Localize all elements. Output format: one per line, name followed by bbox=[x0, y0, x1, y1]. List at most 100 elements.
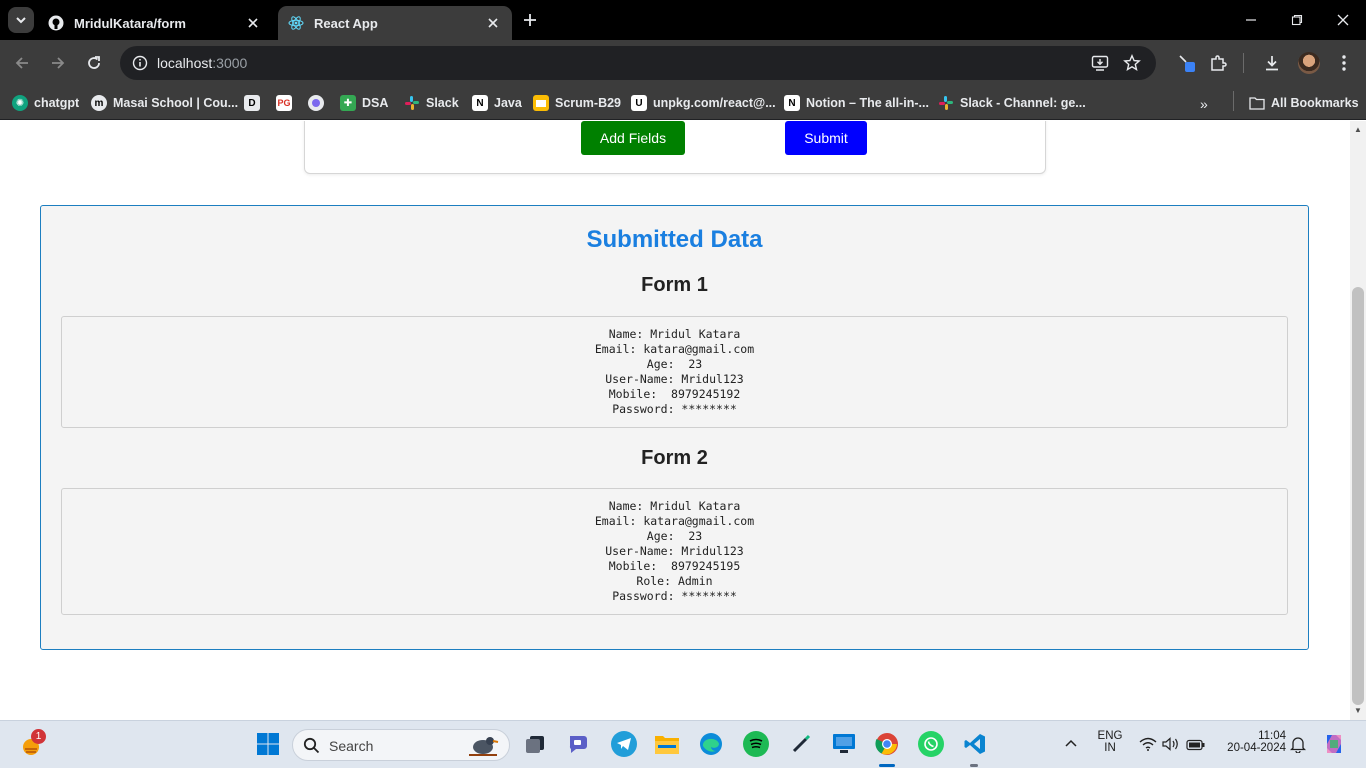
tab-title: MridulKatara/form bbox=[74, 15, 186, 31]
pen-tool-icon[interactable] bbox=[788, 731, 814, 757]
bookmark-dsa[interactable]: ✚ DSA bbox=[340, 91, 388, 115]
downloads-icon[interactable] bbox=[1259, 50, 1285, 76]
bookmark-pg[interactable]: PG bbox=[276, 91, 298, 115]
profile-avatar[interactable] bbox=[1298, 52, 1320, 74]
copilot-icon[interactable] bbox=[1322, 732, 1346, 761]
file-explorer-icon[interactable] bbox=[654, 731, 680, 757]
form-2-title: Form 2 bbox=[641, 447, 708, 469]
chrome-icon[interactable] bbox=[874, 731, 900, 757]
data-line: Role: Admin bbox=[636, 574, 713, 588]
spotify-icon[interactable] bbox=[743, 731, 769, 757]
vscode-icon[interactable] bbox=[962, 731, 988, 757]
bookmark-d[interactable]: D bbox=[244, 91, 266, 115]
taskbar-search[interactable]: Search bbox=[292, 729, 510, 761]
wifi-icon[interactable] bbox=[1139, 737, 1157, 756]
tab-react-app[interactable]: React App bbox=[278, 6, 512, 40]
extension-icon[interactable] bbox=[1174, 50, 1200, 76]
extensions-puzzle-icon[interactable] bbox=[1205, 50, 1231, 76]
remote-desktop-icon[interactable] bbox=[831, 731, 857, 757]
hidden-icons-chevron-up-icon[interactable] bbox=[1064, 737, 1078, 751]
battery-icon[interactable] bbox=[1186, 738, 1206, 756]
meet-chat-icon[interactable] bbox=[566, 731, 592, 757]
all-bookmarks-button[interactable]: All Bookmarks bbox=[1249, 91, 1359, 115]
data-line: Password: ******** bbox=[612, 589, 737, 603]
menu-kebab-icon[interactable] bbox=[1331, 50, 1357, 76]
bookmark-star-icon[interactable] bbox=[1120, 51, 1144, 75]
submit-button[interactable]: Submit bbox=[785, 121, 867, 155]
more-bookmarks-chevron-icon[interactable]: » bbox=[1200, 96, 1208, 112]
chrome-active-indicator bbox=[879, 764, 895, 767]
notifications-bell-icon[interactable] bbox=[1289, 736, 1307, 758]
data-line: Password: ******** bbox=[612, 402, 737, 416]
language-code: ENG bbox=[1097, 730, 1123, 742]
vscode-running-indicator bbox=[970, 764, 978, 767]
bookmark-slack-channel[interactable]: Slack - Channel: ge... bbox=[938, 91, 1086, 115]
back-button[interactable] bbox=[9, 50, 35, 76]
tab-github-form[interactable]: MridulKatara/form bbox=[38, 6, 272, 40]
bookmark-masai[interactable]: m Masai School | Cou... bbox=[91, 91, 238, 115]
address-bar[interactable]: localhost:3000 bbox=[120, 46, 1156, 80]
volume-icon[interactable] bbox=[1162, 737, 1180, 756]
close-tab-icon[interactable] bbox=[244, 14, 262, 32]
notion-icon: N bbox=[472, 95, 488, 111]
scroll-up-icon[interactable]: ▲ bbox=[1353, 125, 1363, 135]
d-icon: D bbox=[244, 95, 260, 111]
minimize-icon bbox=[1246, 19, 1256, 21]
bookmark-label: Slack bbox=[426, 96, 459, 110]
bookmarks-bar: ✺ chatgpt m Masai School | Cou... D PG ✚… bbox=[0, 86, 1366, 120]
bookmark-slack[interactable]: Slack bbox=[404, 91, 459, 115]
arrow-left-icon bbox=[15, 57, 28, 69]
close-window-button[interactable] bbox=[1330, 8, 1356, 32]
install-app-icon[interactable] bbox=[1088, 51, 1112, 75]
language-indicator[interactable]: ENG IN bbox=[1093, 730, 1127, 754]
clock-time: 11:04 bbox=[1258, 730, 1286, 742]
bookmark-label: unpkg.com/react@... bbox=[653, 96, 776, 110]
form-1-data-box: Name: Mridul Katara Email: katara@gmail.… bbox=[61, 316, 1288, 428]
toolbar-separator bbox=[1243, 53, 1244, 73]
sheets-icon: ✚ bbox=[340, 95, 356, 111]
minimize-button[interactable] bbox=[1238, 8, 1264, 32]
bookmark-scrum[interactable]: Scrum-B29 bbox=[533, 91, 621, 115]
clock-date: 20-04-2024 bbox=[1227, 742, 1286, 754]
telegram-icon[interactable] bbox=[611, 731, 637, 757]
submitted-data-title: Submitted Data bbox=[586, 226, 763, 253]
bookmark-chatgpt[interactable]: ✺ chatgpt bbox=[12, 91, 79, 115]
chatgpt-icon: ✺ bbox=[12, 95, 28, 111]
plus-icon bbox=[524, 14, 536, 26]
forward-button[interactable] bbox=[45, 50, 71, 76]
data-line: Age: 23 bbox=[646, 357, 703, 371]
page-scrollbar[interactable]: ▲ ▼ bbox=[1350, 121, 1366, 720]
github-icon bbox=[48, 15, 64, 31]
bookmark-java[interactable]: N Java bbox=[472, 91, 522, 115]
new-tab-button[interactable] bbox=[517, 9, 543, 31]
scroll-down-icon[interactable]: ▼ bbox=[1353, 706, 1363, 716]
edge-icon[interactable] bbox=[698, 731, 724, 757]
form-2-data-box: Name: Mridul Katara Email: katara@gmail.… bbox=[61, 488, 1288, 615]
task-view-icon[interactable] bbox=[522, 731, 548, 757]
bookmark-label: Scrum-B29 bbox=[555, 96, 621, 110]
reload-button[interactable] bbox=[81, 50, 107, 76]
data-line: Mobile: 8979245195 bbox=[608, 559, 741, 573]
add-fields-button[interactable]: Add Fields bbox=[581, 121, 685, 155]
data-line: Email: katara@gmail.com bbox=[594, 514, 755, 528]
start-windows-icon[interactable] bbox=[255, 731, 281, 757]
site-info-icon[interactable] bbox=[128, 51, 152, 75]
tab-strip: MridulKatara/form React App bbox=[0, 0, 1366, 40]
notification-badge: 1 bbox=[31, 729, 46, 744]
data-line: Name: Mridul Katara bbox=[608, 499, 741, 513]
bookmark-unpkg[interactable]: U unpkg.com/react@... bbox=[631, 91, 776, 115]
masai-icon: m bbox=[91, 95, 107, 111]
scrollbar-thumb[interactable] bbox=[1352, 287, 1364, 705]
restore-button[interactable] bbox=[1284, 8, 1310, 32]
close-tab-icon[interactable] bbox=[484, 14, 502, 32]
clock[interactable]: 11:04 20-04-2024 bbox=[1218, 730, 1286, 754]
bookmark-label: DSA bbox=[362, 96, 389, 110]
tab-search-button[interactable] bbox=[8, 7, 34, 33]
pg-icon: PG bbox=[276, 95, 292, 111]
bookmark-circle[interactable] bbox=[308, 91, 330, 115]
bookmark-notion[interactable]: N Notion – The all-in-... bbox=[784, 91, 929, 115]
chevron-down-icon bbox=[16, 17, 26, 24]
data-line: Age: 23 bbox=[646, 529, 703, 543]
whatsapp-icon[interactable] bbox=[918, 731, 944, 757]
arrow-right-icon bbox=[52, 57, 65, 69]
